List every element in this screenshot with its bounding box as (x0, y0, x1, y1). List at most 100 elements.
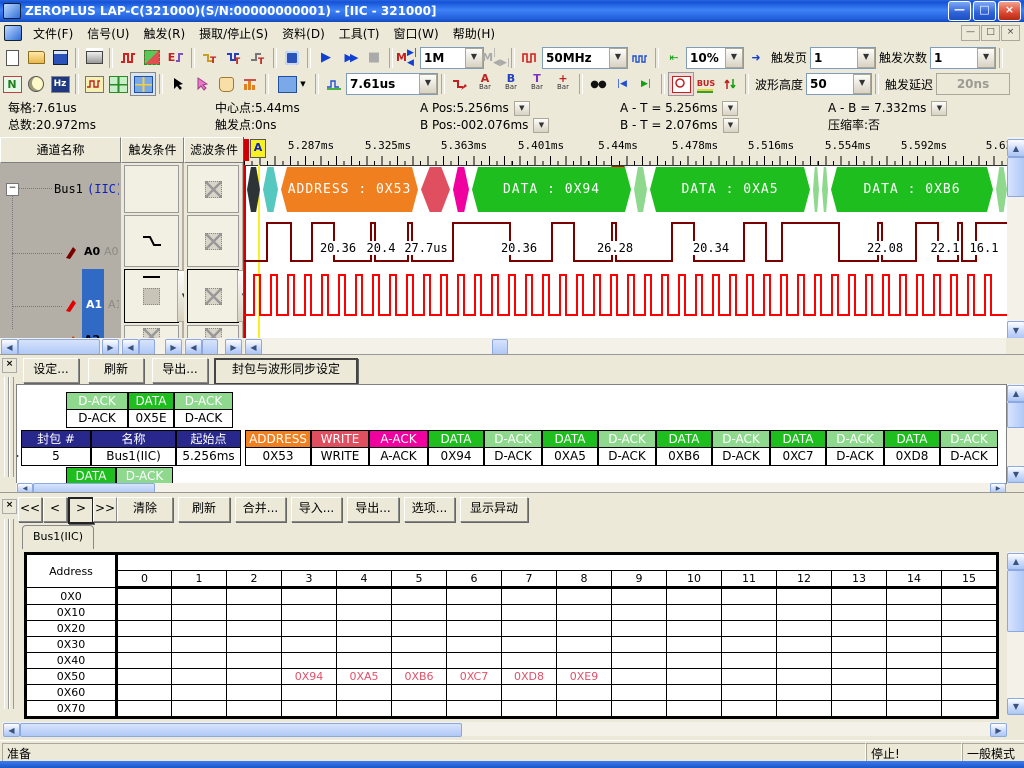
memory-cell[interactable] (172, 621, 227, 637)
scroll-left-icon[interactable]: ◀ (122, 339, 139, 355)
next-edge-icon[interactable]: ▶| (634, 73, 658, 95)
memory-cell[interactable] (227, 588, 282, 605)
channel-row-a2[interactable]: A2 (0, 331, 119, 338)
memory-vscrollbar[interactable]: ▲ ▼ (1007, 552, 1024, 714)
memory-cell[interactable] (337, 621, 392, 637)
packet-vscrollbar[interactable]: ▲ ▼ (1007, 384, 1024, 482)
memory-cell[interactable] (502, 588, 557, 605)
memory-cell[interactable] (722, 669, 777, 685)
memory-cell[interactable] (117, 669, 172, 685)
memory-cell[interactable] (557, 621, 612, 637)
memory-cell[interactable] (172, 701, 227, 717)
bus-segment-address-0x53[interactable]: ADDRESS : 0X53 (281, 167, 418, 212)
memory-cell[interactable] (337, 588, 392, 605)
scroll-left-icon[interactable]: ◀ (3, 723, 20, 737)
bus-segment[interactable] (263, 167, 278, 212)
memory-cell[interactable] (612, 653, 667, 669)
memory-cell[interactable] (502, 701, 557, 717)
memory-cell[interactable] (227, 605, 282, 621)
memory-cell[interactable] (117, 685, 172, 701)
memory-cell[interactable] (777, 621, 832, 637)
scroll-up-icon[interactable]: ▲ (1007, 553, 1024, 570)
filter-cell-bus1[interactable] (187, 165, 239, 213)
memory-cell[interactable] (337, 685, 392, 701)
packet-button-2[interactable]: 导出... (152, 358, 208, 383)
maximize-button[interactable]: □ (973, 1, 996, 21)
memory-cell[interactable] (832, 701, 887, 717)
nav-button-next[interactable]: > (68, 497, 94, 524)
packet-field-value[interactable]: D-ACK (598, 447, 656, 466)
clock-icon[interactable] (24, 73, 48, 95)
memory-cell[interactable] (282, 685, 337, 701)
hand-tool-icon[interactable] (214, 73, 238, 95)
channel-label[interactable]: A1 (86, 298, 102, 311)
memory-cell[interactable] (447, 685, 502, 701)
memory-cell[interactable] (392, 653, 447, 669)
tree-collapse-icon[interactable]: − (6, 183, 19, 196)
memory-cell[interactable]: 0XC7 (447, 669, 502, 685)
memory-cell[interactable] (282, 653, 337, 669)
memory-cell[interactable] (502, 685, 557, 701)
packet-field-value[interactable]: 0X53 (245, 447, 311, 466)
scroll-down-icon[interactable]: ▼ (1007, 698, 1024, 715)
bus-name[interactable]: Bus1 (54, 182, 83, 196)
memory-cell[interactable] (777, 605, 832, 621)
memory-cell[interactable] (942, 588, 997, 605)
packet-field-value[interactable]: 5 (21, 447, 91, 466)
list-window-icon[interactable] (106, 73, 130, 95)
memory-cell[interactable] (942, 685, 997, 701)
memory-cell[interactable] (667, 653, 722, 669)
memory-button-4[interactable]: 导出... (347, 497, 399, 522)
capture-setup-icon[interactable] (140, 47, 164, 69)
memory-cell[interactable] (447, 605, 502, 621)
memory-cell[interactable] (667, 605, 722, 621)
home-icon[interactable]: N (0, 73, 24, 95)
filter-cell-a1[interactable]: ▼ (187, 269, 239, 323)
memory-depth-icon[interactable]: M▶|◀ (396, 47, 420, 69)
tab-bus1-iic[interactable]: Bus1(IIC) (22, 525, 94, 549)
memory-cell[interactable] (777, 701, 832, 717)
trigger-mark-1-icon[interactable]: T (198, 47, 222, 69)
search-binoculars-icon[interactable]: ●● (586, 73, 610, 95)
memory-cell[interactable] (832, 637, 887, 653)
memory-cell[interactable] (227, 701, 282, 717)
memory-cell[interactable] (942, 637, 997, 653)
bus-segment[interactable] (996, 167, 1007, 212)
memory-cell[interactable] (282, 588, 337, 605)
memory-cell[interactable] (722, 637, 777, 653)
memory-cell[interactable] (447, 621, 502, 637)
a-bar-button[interactable]: ABar (472, 72, 498, 96)
memory-cell[interactable] (172, 637, 227, 653)
memory-cell[interactable] (557, 653, 612, 669)
memory-cell[interactable] (777, 653, 832, 669)
memory-cell[interactable] (117, 701, 172, 717)
memory-cell[interactable] (722, 653, 777, 669)
trigger-hscrollbar[interactable]: ◀ ▶ (121, 338, 182, 354)
info-dropdown-icon[interactable]: ▼ (514, 101, 530, 116)
trigger-jump-icon[interactable] (448, 73, 472, 95)
memory-hscrollbar[interactable]: ◀ ▶ (2, 722, 1006, 736)
column-header-trigger[interactable]: 触发条件 (121, 137, 184, 163)
packet-field-value[interactable]: 0XA5 (542, 447, 598, 466)
scroll-thumb[interactable] (1007, 402, 1024, 428)
memory-cell[interactable] (722, 605, 777, 621)
memory-cell[interactable] (777, 588, 832, 605)
memory-cell[interactable] (117, 588, 172, 605)
memory-cell[interactable] (172, 588, 227, 605)
memory-button-2[interactable]: 合并... (235, 497, 286, 522)
close-button[interactable]: × (998, 1, 1021, 21)
bus-segment[interactable] (813, 167, 819, 212)
nav-button-last[interactable]: >> (93, 497, 117, 522)
panel-grip[interactable] (9, 519, 14, 709)
panel-grip[interactable] (9, 377, 14, 477)
memory-cell[interactable] (502, 637, 557, 653)
panel-close-button[interactable]: × (2, 358, 17, 373)
grid-window-icon[interactable] (130, 72, 156, 96)
memory-cell[interactable] (832, 669, 887, 685)
memory-cell[interactable] (282, 621, 337, 637)
packet-button-1[interactable]: 刷新 (88, 358, 144, 383)
scroll-right-icon[interactable]: ▶ (102, 339, 119, 355)
trigger-count-select[interactable]: 1▼ (930, 47, 996, 69)
wave-height-select[interactable]: 50▼ (806, 73, 872, 95)
memory-cell[interactable] (612, 605, 667, 621)
